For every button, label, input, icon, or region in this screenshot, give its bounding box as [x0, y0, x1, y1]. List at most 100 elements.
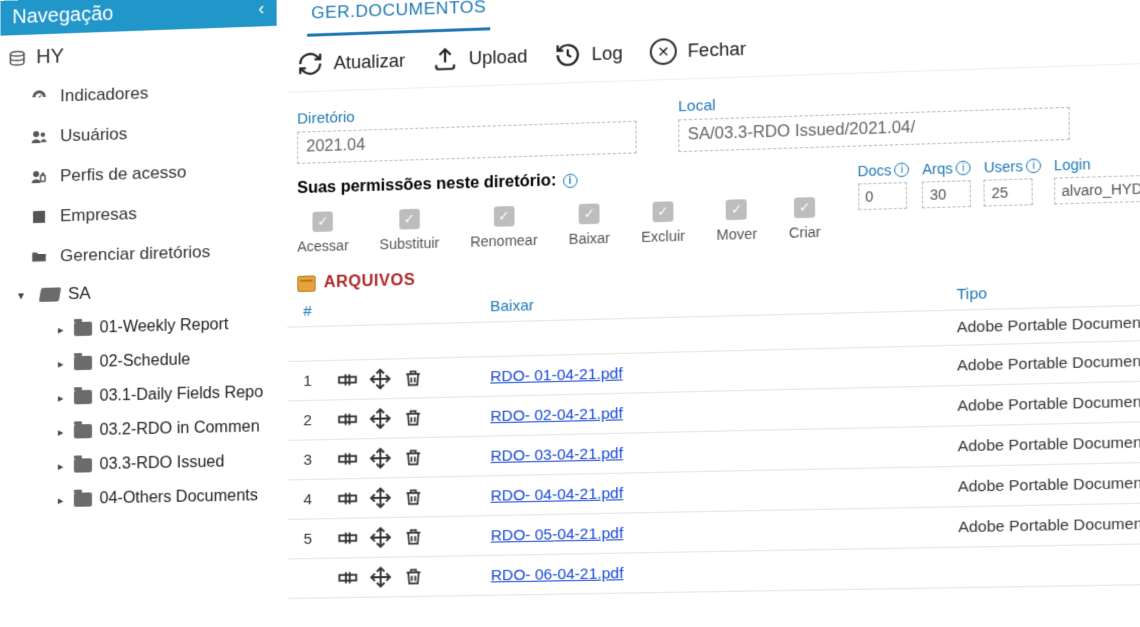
folder-icon [73, 390, 91, 404]
folder-icon [74, 356, 92, 370]
perm-baixar: ✓Baixar [569, 203, 610, 247]
delete-icon[interactable] [402, 367, 425, 390]
tree-item[interactable]: ▸03.3-RDO Issued [0, 444, 277, 484]
button-label: Log [592, 42, 623, 64]
col-tipo[interactable]: Tipo [948, 274, 1140, 311]
check-icon: ✓ [313, 211, 333, 232]
upload-button[interactable]: Upload [432, 43, 528, 73]
delete-icon[interactable] [402, 565, 425, 588]
nav-title: Navegação [12, 3, 113, 30]
perm-label: Mover [716, 225, 757, 243]
file-type [950, 543, 1140, 588]
stat-arqs: Arqsi [922, 159, 971, 208]
move-icon[interactable] [369, 447, 392, 470]
caret-right-icon: ▸ [58, 323, 64, 336]
delete-icon[interactable] [402, 486, 425, 509]
row-index: 5 [287, 519, 328, 559]
gauge-icon [30, 88, 48, 107]
rename-icon[interactable] [336, 368, 359, 391]
refresh-button[interactable]: Atualizar [297, 47, 405, 77]
move-icon[interactable] [369, 486, 392, 509]
row-index: 1 [287, 361, 328, 401]
folder-icon [73, 492, 91, 506]
info-icon[interactable]: i [1026, 158, 1041, 173]
move-icon[interactable] [369, 526, 392, 549]
collapse-sidebar-icon[interactable]: ‹ [258, 0, 264, 19]
login-input[interactable] [1054, 174, 1140, 204]
move-icon[interactable] [369, 407, 392, 430]
stat-label: Arqsi [922, 159, 971, 177]
move-icon[interactable] [369, 566, 392, 589]
tree-item[interactable]: ▸04-Others Documents [0, 479, 277, 519]
users-input[interactable] [984, 178, 1033, 206]
move-icon[interactable] [369, 368, 392, 391]
perm-excluir: ✓Excluir [641, 201, 685, 245]
files-title: ARQUIVOS [324, 272, 415, 293]
folder-icon [74, 322, 92, 337]
arqs-input[interactable] [922, 180, 971, 208]
users-icon [30, 128, 48, 147]
tree-item-label: 03.3-RDO Issued [100, 453, 225, 474]
button-label: Upload [469, 46, 528, 69]
directory-field: Diretório [297, 99, 637, 164]
caret-right-icon: ▸ [58, 425, 64, 438]
file-link[interactable]: RDO- 04-04-21.pdf [491, 484, 624, 504]
file-link[interactable]: RDO- 06-04-21.pdf [491, 564, 624, 584]
info-icon[interactable]: i [563, 174, 578, 189]
close-icon: ✕ [650, 38, 677, 65]
perm-label: Substituir [379, 235, 439, 253]
close-button[interactable]: ✕ Fechar [650, 36, 746, 66]
database-name: HY [36, 45, 64, 69]
sidebar-item-label: Indicadores [60, 83, 148, 106]
history-icon [554, 41, 581, 68]
tree-item-label: 01-Weekly Report [100, 316, 229, 337]
stats-block: Docsi Arqsi Usersi Login [858, 153, 1140, 210]
tree-item-label: 03.1-Daily Fields Repo [100, 384, 264, 406]
file-link[interactable]: RDO- 03-04-21.pdf [490, 444, 622, 464]
delete-icon[interactable] [402, 406, 425, 429]
perm-label: Acessar [297, 237, 349, 255]
rename-icon[interactable] [336, 487, 359, 510]
sidebar-item-label: Gerenciar diretórios [60, 242, 210, 266]
folder-open-icon [39, 287, 62, 302]
row-index: 2 [287, 400, 328, 440]
delete-icon[interactable] [402, 525, 425, 548]
directory-input[interactable] [297, 121, 637, 164]
caret-right-icon: ▸ [58, 391, 64, 404]
info-icon[interactable]: i [956, 161, 971, 176]
rename-icon[interactable] [337, 566, 360, 589]
file-type: Adobe Portable Document [948, 304, 1140, 345]
folder-icon [73, 424, 91, 438]
file-link[interactable]: RDO- 05-04-21.pdf [491, 524, 624, 544]
file-type: Adobe Portable Document [949, 462, 1140, 507]
location-input[interactable] [678, 107, 1070, 152]
folder-icon [73, 458, 91, 472]
rename-icon[interactable] [336, 408, 359, 431]
refresh-icon [297, 50, 323, 77]
check-icon: ✓ [794, 197, 815, 218]
main-panel: GER.DOCUMENTOS Atualizar Upload Log [277, 0, 1140, 623]
log-button[interactable]: Log [554, 40, 623, 69]
info-icon[interactable]: i [895, 162, 910, 177]
check-icon: ✓ [726, 199, 747, 220]
tree-root-label: SA [68, 284, 91, 305]
docs-input[interactable] [858, 182, 907, 210]
col-index[interactable]: # [287, 296, 328, 327]
file-link[interactable]: RDO- 02-04-21.pdf [490, 405, 622, 425]
location-field: Local [678, 85, 1070, 152]
rename-icon[interactable] [336, 448, 359, 471]
tab-ger-documentos[interactable]: GER.DOCUMENTOS [307, 0, 490, 37]
check-icon: ✓ [579, 203, 600, 224]
database-icon [8, 49, 26, 68]
stat-label: Login [1054, 153, 1140, 173]
stat-users: Usersi [984, 157, 1042, 206]
caret-right-icon: ▸ [58, 357, 64, 370]
rename-icon[interactable] [336, 527, 359, 550]
tree-item-label: 03.2-RDO in Commen [100, 418, 260, 440]
delete-icon[interactable] [402, 446, 425, 469]
permissions-title: Suas permissões neste diretório: i [297, 164, 826, 198]
sidebar: Navegação ‹ HY Indicadores Usuários P [0, 0, 277, 627]
perm-label: Renomear [470, 232, 538, 250]
file-link[interactable]: RDO- 01-04-21.pdf [490, 365, 622, 385]
permissions-block: Suas permissões neste diretório: i ✓ Aces… [297, 164, 826, 255]
